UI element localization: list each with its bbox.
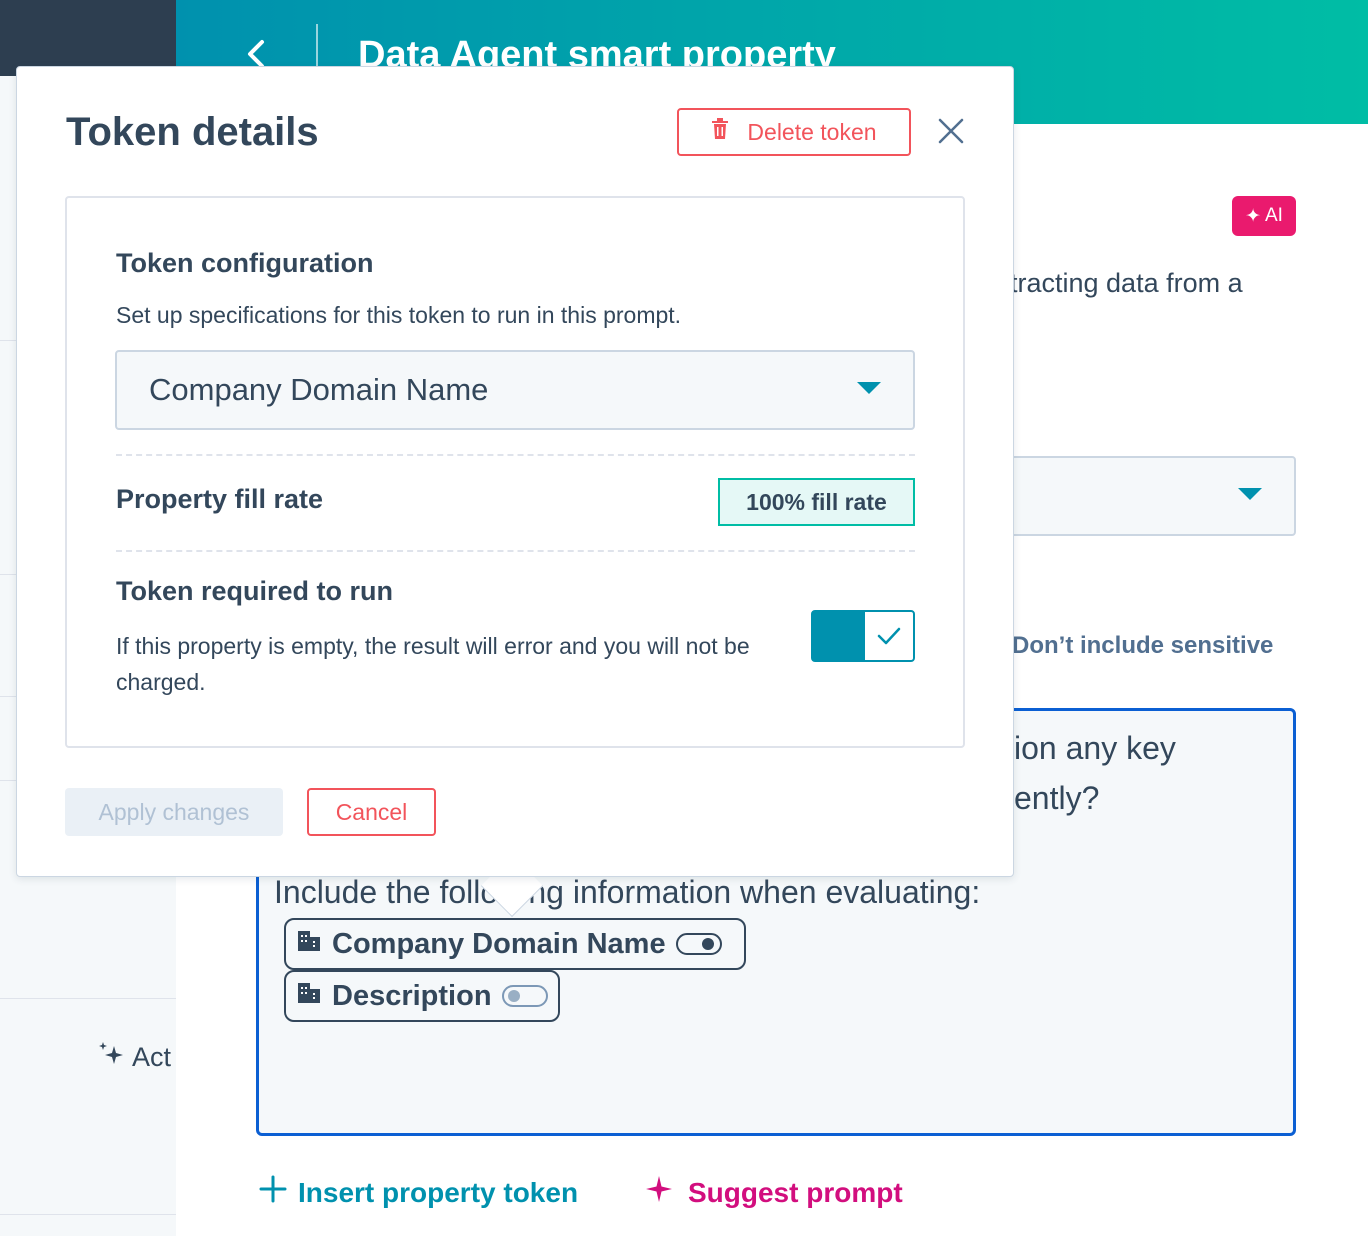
- token-configuration-title: Token configuration: [116, 248, 374, 278]
- property-token-chip[interactable]: Description: [284, 970, 560, 1022]
- apply-changes-button[interactable]: Apply changes: [65, 788, 283, 836]
- sparkle-icon: [96, 1040, 124, 1075]
- suggest-prompt-button[interactable]: Suggest prompt: [644, 1174, 903, 1211]
- token-required-toggle[interactable]: [811, 610, 915, 662]
- close-icon: [938, 118, 964, 144]
- insert-property-token-label: Insert property token: [298, 1176, 579, 1208]
- token-required-toggle[interactable]: [675, 933, 722, 955]
- suggest-prompt-label: Suggest prompt: [688, 1176, 903, 1208]
- ai-badge-label: AI: [1264, 205, 1283, 226]
- delete-token-button[interactable]: Delete token: [677, 108, 911, 156]
- token-chip-label: Description: [332, 979, 492, 1012]
- prompt-text-line: Include the following information when e…: [274, 874, 981, 910]
- caret-down-icon: [857, 382, 881, 394]
- close-button[interactable]: [934, 114, 968, 148]
- ai-badge: ✦ AI: [1232, 196, 1296, 236]
- token-required-toggle[interactable]: [501, 985, 548, 1007]
- fill-rate-badge: 100% fill rate: [718, 478, 915, 526]
- sparkle-icon: [644, 1174, 674, 1211]
- sidebar-header: [0, 0, 176, 76]
- token-required-description: If this property is empty, the result wi…: [116, 633, 750, 695]
- fill-rate-label: Property fill rate: [116, 484, 324, 514]
- building-icon: [296, 927, 322, 961]
- plus-icon: [258, 1174, 288, 1211]
- modal-title: Token details: [66, 110, 319, 154]
- sidebar-action-item[interactable]: Act: [96, 1040, 171, 1075]
- property-select[interactable]: Company Domain Name: [115, 350, 915, 430]
- sparkle-icon: ✦: [1245, 205, 1261, 227]
- delete-token-label: Delete token: [747, 118, 877, 145]
- sensitive-info-note: Don’t include sensitive: [1012, 632, 1274, 659]
- token-required-label: Token required to run: [116, 576, 394, 606]
- section-divider: [116, 550, 915, 552]
- building-icon: [296, 979, 322, 1013]
- prompt-text-line: ion any key: [1014, 730, 1176, 766]
- cancel-button[interactable]: Cancel: [307, 788, 436, 836]
- sidebar-divider: [0, 998, 176, 999]
- toggle-fill: [813, 612, 865, 660]
- check-icon: [865, 612, 913, 660]
- caret-down-icon: [1238, 488, 1262, 500]
- sidebar-divider: [0, 1214, 176, 1215]
- property-description: tracting data from a: [1010, 268, 1243, 298]
- prompt-text-line: ently?: [1014, 780, 1100, 816]
- token-chip-label: Company Domain Name: [332, 927, 666, 960]
- trash-icon: [711, 118, 729, 146]
- property-token-chip[interactable]: Company Domain Name: [284, 918, 746, 970]
- insert-property-token-button[interactable]: Insert property token: [258, 1174, 578, 1211]
- token-configuration-description: Set up specifications for this token to …: [116, 302, 682, 328]
- property-select-value: Company Domain Name: [149, 372, 489, 407]
- sidebar-action-label: Act: [132, 1042, 172, 1072]
- section-divider: [116, 454, 915, 456]
